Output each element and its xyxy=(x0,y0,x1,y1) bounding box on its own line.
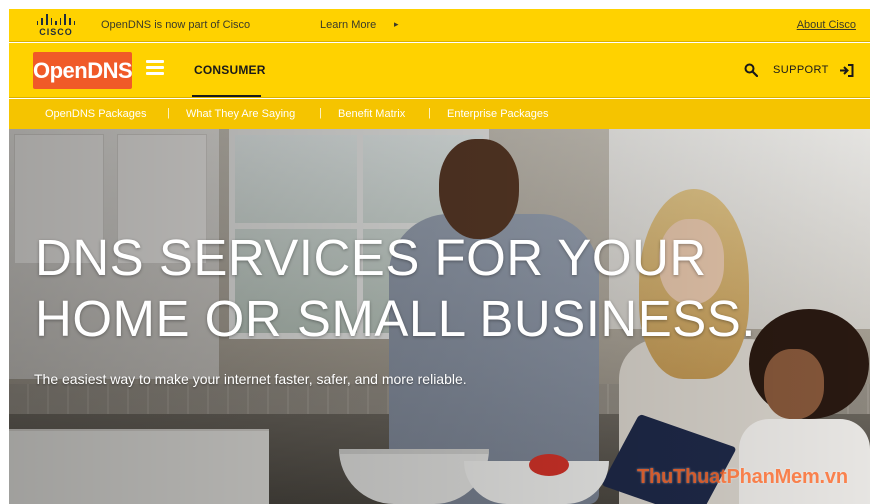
main-nav: OpenDNS CONSUMER SUPPORT xyxy=(9,43,870,98)
hamburger-icon[interactable] xyxy=(146,60,164,75)
cisco-logo-bars xyxy=(33,14,79,25)
sign-in-icon[interactable] xyxy=(839,64,854,77)
subnav-separator: | xyxy=(428,107,431,119)
hero-title-line1: DNS SERVICES FOR YOUR xyxy=(35,229,707,286)
cisco-message: OpenDNS is now part of Cisco xyxy=(101,19,251,31)
subnav-separator: | xyxy=(167,107,170,119)
page-frame: CISCO OpenDNS is now part of Cisco Learn… xyxy=(9,9,870,504)
learn-more-link[interactable]: Learn More xyxy=(320,19,376,31)
sub-nav: OpenDNS Packages | What They Are Saying … xyxy=(9,99,870,129)
subnav-separator: | xyxy=(319,107,322,119)
watermark: ThuThuatPhanMem.vn xyxy=(637,466,848,488)
about-cisco-link[interactable]: About Cisco xyxy=(797,19,856,31)
cisco-logo-icon[interactable]: CISCO xyxy=(33,14,79,38)
subnav-opendns-packages[interactable]: OpenDNS Packages xyxy=(45,108,147,120)
hero-title: DNS SERVICES FOR YOUR HOME OR SMALL BUSI… xyxy=(35,227,756,349)
cisco-bar: CISCO OpenDNS is now part of Cisco Learn… xyxy=(9,9,870,42)
hero-subtitle: The easiest way to make your internet fa… xyxy=(34,371,467,387)
search-icon[interactable] xyxy=(744,63,758,77)
subnav-benefit-matrix[interactable]: Benefit Matrix xyxy=(338,108,405,120)
nav-consumer-underline xyxy=(192,95,261,97)
nav-consumer[interactable]: CONSUMER xyxy=(194,63,266,77)
subnav-enterprise-packages[interactable]: Enterprise Packages xyxy=(447,108,549,120)
hero-banner: DNS SERVICES FOR YOUR HOME OR SMALL BUSI… xyxy=(9,129,870,504)
support-link[interactable]: SUPPORT xyxy=(773,64,829,76)
learn-more-arrow-icon[interactable]: ▸ xyxy=(394,19,399,30)
opendns-logo[interactable]: OpenDNS xyxy=(33,52,133,89)
cisco-logo-word: CISCO xyxy=(39,27,73,37)
subnav-what-they-are-saying[interactable]: What They Are Saying xyxy=(186,108,295,120)
hero-title-line2: HOME OR SMALL BUSINESS. xyxy=(35,290,756,347)
